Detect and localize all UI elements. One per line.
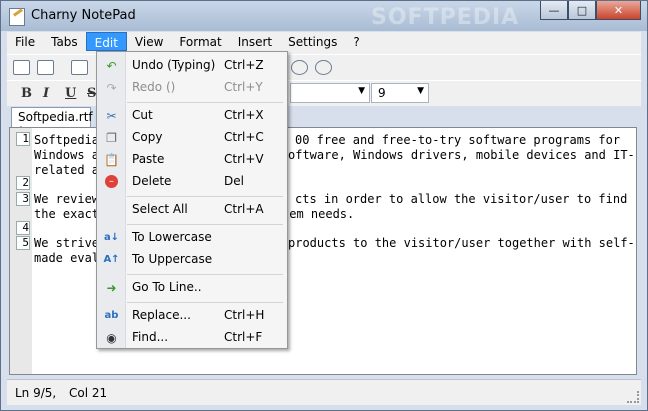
- new-file-icon[interactable]: [13, 60, 30, 75]
- copy-icon: ❐: [106, 130, 117, 145]
- zoom-out-icon[interactable]: [315, 60, 332, 75]
- underline-button[interactable]: U: [65, 86, 76, 101]
- replace-icon: ab: [104, 310, 119, 321]
- line-number: 5: [16, 236, 30, 250]
- menu-settings[interactable]: Settings: [280, 32, 345, 54]
- text-line: tem needs.: [282, 207, 355, 221]
- strikethrough-button[interactable]: S: [87, 86, 96, 101]
- bold-button[interactable]: B: [21, 86, 32, 101]
- line-number: 2: [16, 176, 30, 190]
- chevron-down-icon: ▼: [417, 86, 424, 96]
- zoom-in-icon[interactable]: [291, 60, 308, 75]
- undo-icon: ↶: [106, 58, 117, 73]
- text-line: related a: [34, 163, 100, 177]
- font-size-value: 9: [378, 86, 386, 100]
- text-line: the exact: [34, 207, 100, 221]
- italic-button[interactable]: I: [43, 86, 49, 101]
- lowercase-icon: a↓: [103, 232, 120, 243]
- resize-grip[interactable]: [627, 391, 639, 403]
- maximize-button[interactable]: □: [568, 1, 596, 20]
- menu-item-to-uppercase[interactable]: A↑ To Uppercase: [99, 249, 285, 271]
- title-bar: Charny NotePad SOFTPEDIA — □ ✕: [1, 1, 647, 31]
- menu-file[interactable]: File: [7, 32, 43, 54]
- menu-separator: [127, 274, 283, 275]
- line-number: 1: [16, 132, 30, 146]
- menu-item-to-lowercase[interactable]: a↓ To Lowercase: [99, 227, 285, 249]
- close-button[interactable]: ✕: [596, 1, 641, 20]
- menu-item-undo[interactable]: ↶ Undo (Typing) Ctrl+Z: [99, 55, 285, 77]
- menu-edit[interactable]: Edit: [85, 32, 127, 51]
- minimize-button[interactable]: —: [540, 1, 568, 20]
- menu-item-delete[interactable]: – Delete Del: [99, 171, 285, 193]
- notepad-icon: [9, 8, 25, 26]
- menu-separator: [127, 102, 283, 103]
- line-number: 3: [16, 192, 30, 206]
- status-bar: Ln 9/5, Col 21: [7, 379, 641, 405]
- font-combo[interactable]: ▼: [290, 83, 370, 103]
- menu-item-go-to-line[interactable]: ➜ Go To Line..: [99, 277, 285, 299]
- text-line: Softpedia: [34, 133, 100, 147]
- font-size-combo[interactable]: 9 ▼: [371, 83, 429, 103]
- menu-separator: [127, 302, 283, 303]
- text-line: We strive: [34, 236, 100, 250]
- text-line: We review: [34, 192, 100, 206]
- window-title: Charny NotePad: [31, 8, 136, 23]
- new-tab-icon[interactable]: [37, 60, 54, 75]
- text-line: cts in order to allow the visitor/user t…: [295, 192, 628, 206]
- redo-icon: ↷: [106, 80, 117, 95]
- menu-item-redo[interactable]: ↷ Redo () Ctrl+Y: [99, 77, 285, 99]
- chevron-down-icon: ▼: [358, 86, 365, 96]
- delete-icon: –: [104, 174, 119, 189]
- edit-menu-dropdown: ↶ Undo (Typing) Ctrl+Z ↷ Redo () Ctrl+Y …: [96, 51, 288, 349]
- menu-separator: [127, 196, 283, 197]
- menu-separator: [127, 224, 283, 225]
- text-line: oftware, Windows drivers, mobile devices…: [288, 148, 635, 162]
- app-window: Charny NotePad SOFTPEDIA — □ ✕ File Tabs…: [0, 0, 648, 411]
- line-number: 4: [16, 221, 30, 235]
- menu-item-find[interactable]: ◉ Find... Ctrl+F: [99, 327, 285, 349]
- menu-tabs[interactable]: Tabs: [43, 32, 86, 54]
- text-line: 00 free and free-to-try software program…: [295, 133, 621, 147]
- status-column: Col 21: [69, 386, 108, 400]
- menu-item-cut[interactable]: ✂ Cut Ctrl+X: [99, 105, 285, 127]
- menu-item-copy[interactable]: ❐ Copy Ctrl+C: [99, 127, 285, 149]
- paste-icon: 📋: [104, 152, 119, 167]
- menu-item-select-all[interactable]: Select All Ctrl+A: [99, 199, 285, 221]
- line-number-gutter: 1 2 3 4 5: [10, 128, 32, 374]
- arrow-right-icon: ➜: [106, 280, 117, 295]
- text-line: products to the visitor/user together wi…: [288, 236, 635, 250]
- scissors-icon: ✂: [106, 108, 117, 123]
- menu-item-paste[interactable]: 📋 Paste Ctrl+V: [99, 149, 285, 171]
- text-line: Windows a: [34, 148, 100, 162]
- menu-item-replace[interactable]: ab Replace... Ctrl+H: [99, 305, 285, 327]
- binoculars-icon: ◉: [106, 330, 117, 345]
- tab-softpedia[interactable]: Softpedia.rtf *: [11, 107, 93, 138]
- status-line: Ln 9/5,: [15, 386, 57, 400]
- text-line: made eval: [34, 251, 100, 265]
- uppercase-icon: A↑: [103, 254, 120, 265]
- menu-help[interactable]: ?: [345, 32, 367, 54]
- watermark: SOFTPEDIA: [371, 5, 520, 30]
- open-icon[interactable]: [71, 60, 88, 75]
